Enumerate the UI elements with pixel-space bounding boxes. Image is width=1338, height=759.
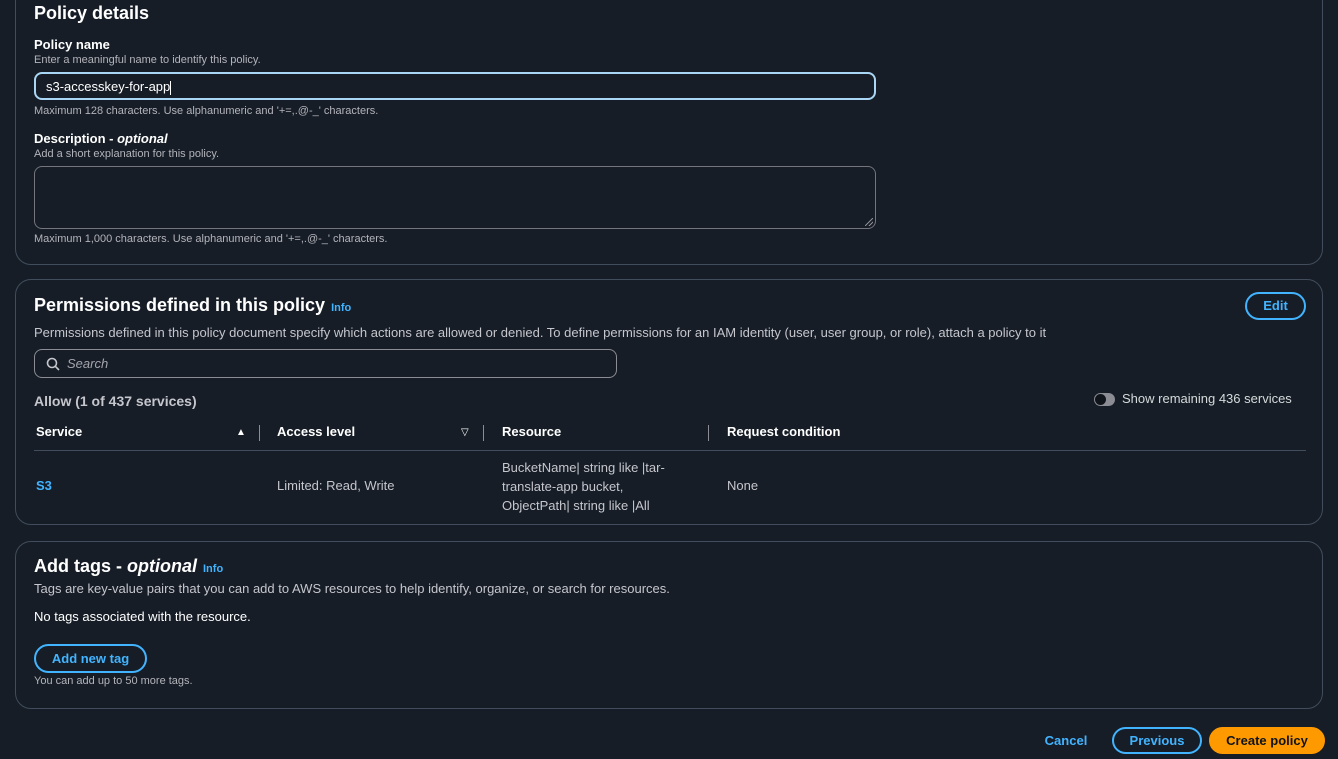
description-label: Description - optional (34, 131, 168, 146)
table-header-divider (34, 450, 1306, 451)
optional-marker: optional (117, 131, 168, 146)
policy-details-title: Policy details (34, 3, 150, 23)
column-header-request-condition: Request condition (727, 424, 841, 439)
search-input[interactable]: Search (34, 349, 617, 378)
allow-heading: Allow (1 of 437 services) (34, 393, 197, 409)
text-cursor (170, 80, 172, 95)
show-remaining-toggle[interactable] (1094, 393, 1115, 406)
permissions-title: Permissions defined in this policy Info (34, 295, 351, 316)
tags-info-link[interactable]: Info (203, 563, 223, 575)
search-icon (46, 357, 60, 371)
description-textarea[interactable] (34, 166, 876, 229)
resize-handle-icon[interactable] (865, 218, 873, 226)
column-header-service[interactable]: Service (36, 424, 82, 439)
tags-title: Add tags - optional Info (34, 556, 223, 577)
policy-name-label: Policy name (34, 37, 110, 52)
resource-cell: BucketName| string like |tar- translate-… (502, 458, 665, 515)
description-description: Add a short explanation for this policy. (34, 148, 220, 160)
column-divider[interactable] (483, 425, 484, 441)
policy-name-input[interactable]: s3-accesskey-for-app (34, 72, 876, 100)
permissions-info-link[interactable]: Info (331, 302, 351, 314)
access-level-cell: Limited: Read, Write (277, 478, 395, 493)
search-placeholder: Search (67, 356, 109, 371)
resource-line: ObjectPath| string like |All (502, 498, 650, 513)
sort-descending-icon[interactable]: ▽ (461, 427, 469, 438)
tags-panel: Add tags - optional Info Tags are key-val… (15, 541, 1323, 709)
add-new-tag-button[interactable]: Add new tag (34, 644, 147, 673)
description-label-text: Description - (34, 131, 118, 146)
create-policy-button[interactable]: Create policy (1209, 727, 1325, 754)
column-header-access-level[interactable]: Access level (277, 424, 355, 439)
policy-name-description: Enter a meaningful name to identify this… (34, 54, 261, 66)
optional-marker: optional (127, 556, 197, 576)
previous-button[interactable]: Previous (1112, 727, 1202, 754)
policy-name-constraint: Maximum 128 characters. Use alphanumeric… (34, 105, 379, 117)
policy-name-value: s3-accesskey-for-app (46, 79, 171, 94)
column-divider[interactable] (259, 425, 260, 441)
edit-button[interactable]: Edit (1245, 292, 1306, 320)
cancel-button[interactable]: Cancel (1036, 727, 1096, 755)
show-remaining-label: Show remaining 436 services (1122, 391, 1292, 406)
description-constraint: Maximum 1,000 characters. Use alphanumer… (34, 233, 388, 245)
column-divider[interactable] (708, 425, 709, 441)
request-condition-cell: None (727, 478, 759, 493)
column-header-resource: Resource (502, 424, 562, 439)
service-link[interactable]: S3 (36, 476, 52, 495)
policy-details-panel: Policy details Policy name Enter a meani… (15, 0, 1323, 265)
permissions-title-text: Permissions defined in this policy (34, 295, 326, 315)
tags-title-text: Add tags - (34, 556, 127, 576)
sort-ascending-icon[interactable]: ▲ (236, 427, 246, 438)
no-tags-message: No tags associated with the resource. (34, 609, 251, 624)
resource-line: translate-app bucket, (502, 479, 624, 494)
permissions-panel: Permissions defined in this policy Info E… (15, 279, 1323, 525)
tags-limit-text: You can add up to 50 more tags. (34, 675, 193, 687)
permissions-description: Permissions defined in this policy docum… (34, 325, 1047, 340)
resource-line: BucketName| string like |tar- (502, 460, 665, 475)
tags-description: Tags are key-value pairs that you can ad… (34, 581, 670, 596)
